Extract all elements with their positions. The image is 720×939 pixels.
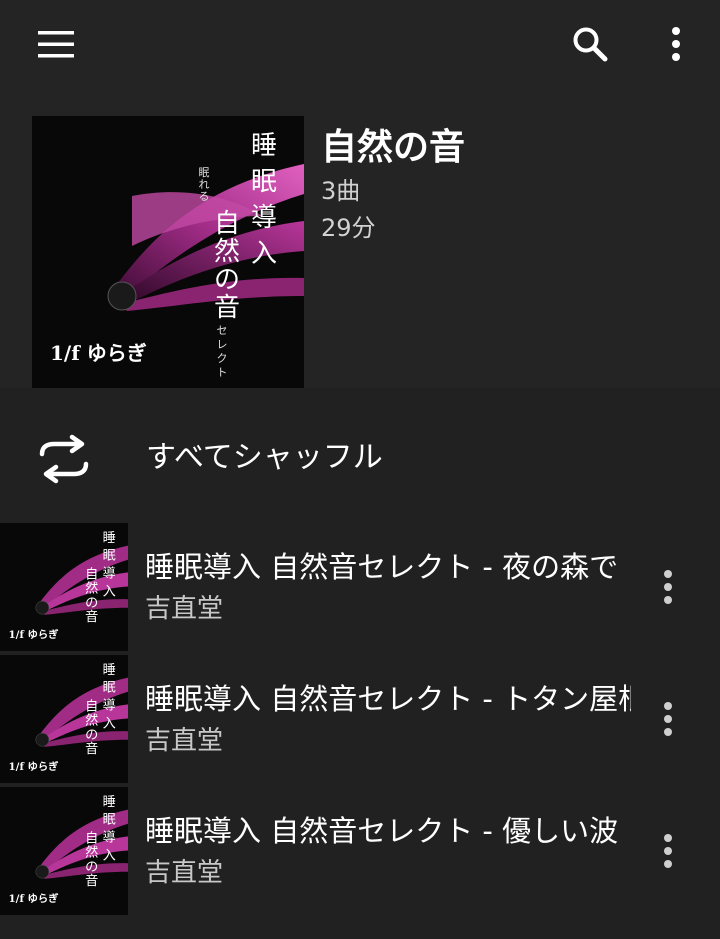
svg-text:自: 自 [85,699,98,715]
album-art: 睡 眠 導 入 自 然 の 音 眠 れ る セ レ ク ト 1/f ゆらぎ [32,116,304,388]
svg-text:の: の [85,728,98,743]
more-vert-icon [664,834,672,868]
album-art-image: 睡 眠 導 入 自 然 の 音 眠 れ る セ レ ク ト 1/f ゆらぎ [32,116,304,388]
track-title: 睡眠導入 自然音セレクト - 夜の森で [145,550,619,584]
svg-text:の: の [85,596,98,611]
track-more-button[interactable] [646,825,690,877]
art-text-3: 導 [251,203,277,233]
svg-text:導: 導 [103,830,116,846]
svg-text:導: 導 [103,566,116,582]
svg-text:ク: ク [217,352,228,365]
shuffle-all-row[interactable]: すべてシャッフル [0,400,720,512]
svg-text:1/f ゆらぎ: 1/f ゆらぎ [8,760,59,773]
art-text-1: 睡 [251,131,277,161]
track-more-button[interactable] [646,693,690,745]
menu-icon [38,31,74,58]
svg-text:然: 然 [85,712,98,729]
svg-text:1/f ゆらぎ: 1/f ゆらぎ [8,628,59,641]
svg-text:ト: ト [217,366,228,379]
track-title: 睡眠導入 自然音セレクト - 優しい波 [145,814,619,848]
svg-text:自: 自 [214,209,240,239]
track-art: 睡 眠 導 入 自 然 の 音 1/f ゆらぎ [0,787,128,915]
svg-text:眠: 眠 [103,681,116,696]
top-app-bar [0,0,720,88]
track-artist: 吉直堂 [145,858,224,888]
search-button[interactable] [560,18,620,70]
svg-text:音: 音 [85,608,98,625]
track-art: 睡 眠 導 入 自 然 の 音 1/f ゆらぎ [0,655,128,783]
shuffle-icon [39,434,89,484]
svg-text:音: 音 [85,872,98,889]
track-more-button[interactable] [646,561,690,613]
svg-text:入: 入 [103,584,116,599]
album-header: 睡 眠 導 入 自 然 の 音 眠 れ る セ レ ク ト 1/f ゆらぎ 自然… [0,88,720,388]
menu-button[interactable] [26,18,86,70]
svg-text:の: の [85,860,98,875]
svg-text:の: の [214,265,240,295]
album-title: 自然の音 [321,127,466,168]
svg-text:セ: セ [217,324,228,337]
more-options-button[interactable] [646,18,706,70]
art-text-2: 眠 [251,167,277,197]
track-art: 睡 眠 導 入 自 然 の 音 1/f ゆらぎ [0,523,128,651]
shuffle-all-label: すべてシャッフル [146,440,383,475]
svg-text:睡: 睡 [103,794,116,810]
more-vert-icon [664,570,672,604]
track-artist: 吉直堂 [145,726,224,756]
more-vert-icon [664,702,672,736]
svg-text:る: る [199,190,210,203]
track-artist: 吉直堂 [145,594,224,624]
svg-text:音: 音 [214,293,240,323]
more-vert-icon [672,27,680,61]
search-icon [573,27,608,62]
svg-text:睡: 睡 [103,662,116,678]
svg-text:自: 自 [85,567,98,583]
album-duration: 29分 [321,214,376,242]
art-text-4: 入 [251,239,277,269]
svg-text:自: 自 [85,831,98,847]
svg-text:レ: レ [217,338,228,351]
svg-text:然: 然 [85,580,98,597]
svg-text:然: 然 [85,844,98,861]
svg-text:眠: 眠 [103,813,116,828]
svg-text:入: 入 [103,716,116,731]
svg-text:睡: 睡 [103,530,116,546]
svg-text:導: 導 [103,698,116,714]
track-row[interactable]: 睡 眠 導 入 自 然 の 音 1/f ゆらぎ 睡眠導入 自然音セレクト - ト… [0,655,720,787]
svg-text:入: 入 [103,848,116,863]
svg-text:1/f ゆらぎ: 1/f ゆらぎ [8,892,59,905]
track-row[interactable]: 睡 眠 導 入 自 然 の 音 1/f ゆらぎ 睡眠導入 自然音セレクト - 夜… [0,523,720,655]
svg-text:眠: 眠 [103,549,116,564]
svg-text:音: 音 [85,740,98,757]
track-count: 3曲 [321,177,361,205]
track-row[interactable]: 睡 眠 導 入 自 然 の 音 1/f ゆらぎ 睡眠導入 自然音セレクト - 優… [0,787,720,919]
track-title: 睡眠導入 自然音セレクト - トタン屋根 [145,682,631,716]
art-text-bottom: 1/f ゆらぎ [50,341,147,365]
svg-text:然: 然 [214,237,240,267]
